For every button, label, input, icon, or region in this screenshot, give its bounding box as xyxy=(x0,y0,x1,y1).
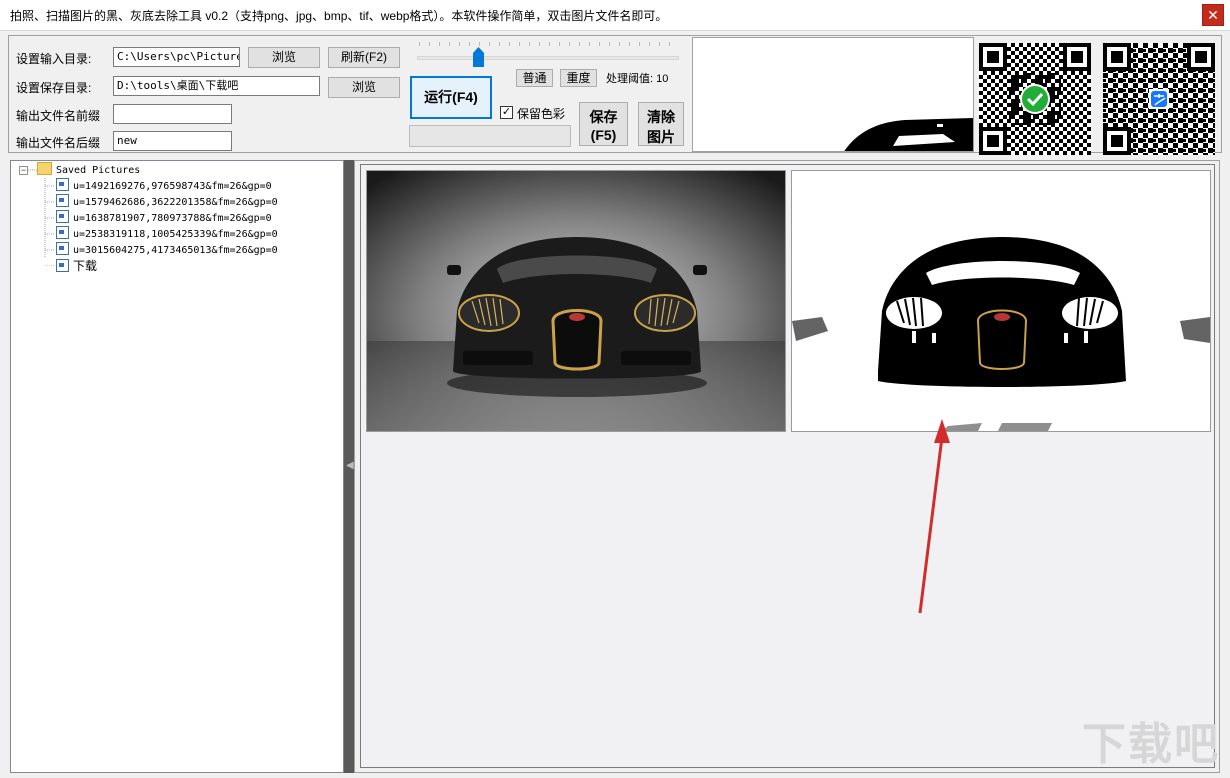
clear-button-line2: 图片 xyxy=(647,129,675,145)
refresh-button[interactable]: 刷新(F2) xyxy=(328,47,400,68)
threshold-slider-thumb[interactable] xyxy=(473,47,484,67)
prefix-label: 输出文件名前缀 xyxy=(16,109,101,123)
tree-file-label: u=2538319118,1005425339&fm=26&gp=0 xyxy=(73,229,278,240)
wechat-qr-icon xyxy=(979,43,1091,155)
image-canvas xyxy=(360,164,1215,768)
tree-file-item[interactable]: u=2538319118,1005425339&fm=26&gp=0 xyxy=(56,226,278,242)
image-file-icon xyxy=(56,226,69,239)
save-button[interactable]: 保存 (F5) xyxy=(579,102,628,146)
alipay-qr-icon xyxy=(1103,43,1215,155)
folder-icon xyxy=(37,162,52,175)
tree-file-item[interactable]: u=1638781907,780973788&fm=26&gp=0 xyxy=(56,210,272,226)
keep-color-label: 保留色彩 xyxy=(517,107,566,121)
tree-file-label: u=1492169276,976598743&fm=26&gp=0 xyxy=(73,181,272,192)
heavy-mode-button[interactable]: 重度 xyxy=(560,69,597,87)
save-button-line1: 保存 xyxy=(589,109,618,125)
input-dir-field[interactable]: C:\Users\pc\Pictures xyxy=(113,47,240,67)
panel-splitter[interactable]: ◀ xyxy=(344,160,354,773)
save-button-line2: (F5) xyxy=(590,127,617,143)
file-tree: − Saved Pictures u=1492169276,976598743&… xyxy=(10,160,344,773)
input-dir-label: 设置输入目录: xyxy=(16,52,92,66)
processed-car-photo xyxy=(792,171,1210,431)
settings-panel: 设置输入目录: C:\Users\pc\Pictures 浏览 刷新(F2) 设… xyxy=(8,35,1222,155)
browse-save-button[interactable]: 浏览 xyxy=(328,77,400,98)
threshold-value-label: 处理阈值: 10 xyxy=(606,73,669,85)
close-button[interactable]: ✕ xyxy=(1202,4,1224,26)
threshold-slider[interactable] xyxy=(417,56,679,60)
save-dir-field[interactable]: D:\tools\桌面\下载吧 xyxy=(113,76,320,96)
tree-root-folder[interactable]: Saved Pictures xyxy=(37,162,140,178)
collapse-left-icon[interactable]: ◀ xyxy=(346,460,354,471)
image-file-icon xyxy=(56,178,69,191)
image-file-icon xyxy=(56,259,69,272)
tree-file-label: 下载 xyxy=(73,259,98,273)
prefix-field[interactable] xyxy=(113,104,232,124)
original-car-photo xyxy=(367,171,785,431)
browse-input-button[interactable]: 浏览 xyxy=(248,47,320,68)
alipay-qr-code xyxy=(1103,43,1215,155)
tree-file-item[interactable]: u=1492169276,976598743&fm=26&gp=0 xyxy=(56,178,272,194)
original-image[interactable] xyxy=(366,170,786,432)
title-bar: 拍照、扫描图片的黑、灰底去除工具 v0.2（支持png、jpg、bmp、tif、… xyxy=(0,0,1230,31)
run-button[interactable]: 运行(F4) xyxy=(410,76,492,119)
save-dir-label: 设置保存目录: xyxy=(16,81,92,95)
tree-file-label: u=1579462686,3622201358&fm=26&gp=0 xyxy=(73,197,278,208)
tree-file-item[interactable]: u=3015604275,4173465013&fm=26&gp=0 xyxy=(56,242,278,258)
window-title: 拍照、扫描图片的黑、灰底去除工具 v0.2（支持png、jpg、bmp、tif、… xyxy=(10,9,668,23)
processed-image[interactable] xyxy=(791,170,1211,432)
clear-images-button[interactable]: 清除 图片 xyxy=(638,102,684,146)
wechat-qr-code xyxy=(979,43,1091,155)
image-view-panel xyxy=(354,160,1220,773)
tree-file-item[interactable]: 下载 xyxy=(56,258,97,274)
tree-file-label: u=3015604275,4173465013&fm=26&gp=0 xyxy=(73,245,278,256)
collapse-toggle[interactable]: − xyxy=(19,166,28,175)
clear-button-line1: 清除 xyxy=(647,109,675,125)
tree-root-label: Saved Pictures xyxy=(56,165,141,176)
watermark-logo: 下载吧 xyxy=(1082,720,1220,769)
suffix-label: 输出文件名后缀 xyxy=(16,136,101,150)
preview-thumbnail xyxy=(692,37,974,152)
annotation-arrow xyxy=(918,419,950,614)
tree-file-label: u=1638781907,780973788&fm=26&gp=0 xyxy=(73,213,272,224)
threshold-slider-ticks xyxy=(419,42,677,46)
image-file-icon xyxy=(56,210,69,223)
image-file-icon xyxy=(56,242,69,255)
suffix-field[interactable]: new xyxy=(113,131,232,151)
preview-car-silhouette xyxy=(693,38,973,151)
progress-bar xyxy=(409,125,571,147)
main-window: 设置输入目录: C:\Users\pc\Pictures 浏览 刷新(F2) 设… xyxy=(0,31,1230,778)
tree-file-item[interactable]: u=1579462686,3622201358&fm=26&gp=0 xyxy=(56,194,278,210)
image-file-icon xyxy=(56,194,69,207)
keep-color-checkbox[interactable]: ✓ xyxy=(500,106,513,119)
normal-mode-button[interactable]: 普通 xyxy=(516,69,553,87)
